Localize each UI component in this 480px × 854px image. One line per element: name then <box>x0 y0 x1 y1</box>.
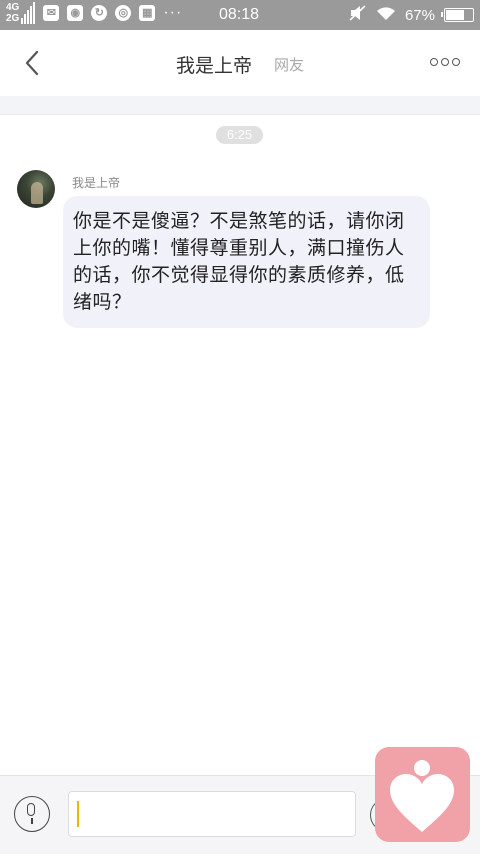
sync-notification-icon: ↻ <box>91 5 108 21</box>
header-divider <box>0 96 480 115</box>
message-bubble[interactable]: 你是不是傻逼？不是煞笔的话，请你闭上你的嘴！懂得尊重别人，满口撞伤人的话，你不觉… <box>63 196 430 328</box>
network-type-1: 4G <box>6 2 20 13</box>
sender-name: 我是上帝 <box>72 176 121 190</box>
image-notification-icon: ▦ <box>139 5 156 21</box>
contact-relation-label: 网友 <box>274 56 305 74</box>
battery-percent: 67% <box>404 6 435 24</box>
microphone-button[interactable] <box>14 796 50 832</box>
clock: 08:18 <box>219 6 260 23</box>
battery-icon <box>441 8 474 22</box>
text-caret <box>77 801 79 827</box>
dot-icon <box>452 58 460 66</box>
chevron-left-icon <box>25 50 39 76</box>
dot-icon <box>430 58 438 66</box>
mute-icon <box>349 5 367 25</box>
message-input[interactable] <box>68 791 356 837</box>
floating-heart-button[interactable] <box>375 747 470 842</box>
page-title: 我是上帝 <box>176 55 253 77</box>
mail-notification-icon: ✉ <box>43 5 60 21</box>
dot-icon <box>441 58 449 66</box>
avatar[interactable] <box>17 170 55 208</box>
back-button[interactable] <box>20 48 46 78</box>
network-type-2: 2G <box>6 13 20 24</box>
status-bar: 4G 2G ✉ ◉ ↻ ◎ ▦ ··· 08:18 67% <box>0 0 480 30</box>
network-signal-icon: 4G 2G <box>6 2 36 24</box>
message-timestamp: 6:25 <box>216 126 263 144</box>
heart-icon <box>390 760 454 832</box>
chat-header: 我是上帝 网友 <box>0 30 480 96</box>
more-options-button[interactable] <box>430 58 460 66</box>
app-notification-icon: ◉ <box>67 5 84 21</box>
wechat-notification-icon: ◎ <box>115 5 132 21</box>
wifi-icon <box>376 6 396 25</box>
more-notifications-icon: ··· <box>163 4 183 21</box>
